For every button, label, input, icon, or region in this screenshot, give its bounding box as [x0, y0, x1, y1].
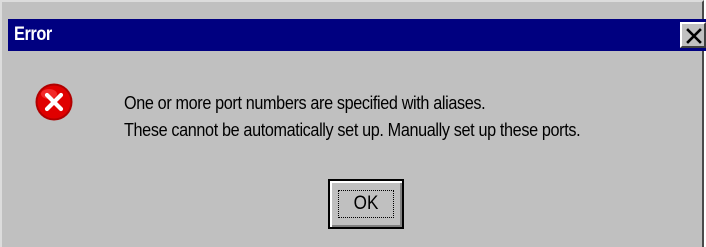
title-bar[interactable]: Error [8, 19, 706, 51]
close-button[interactable] [680, 22, 706, 48]
close-icon [686, 28, 702, 44]
dialog-title: Error [14, 24, 52, 45]
error-dialog: Error One or more port numbers are speci… [0, 0, 706, 247]
ok-button-label: OK [353, 193, 379, 214]
message-line: One or more port numbers are specified w… [124, 93, 486, 113]
error-icon [35, 83, 73, 121]
error-message: One or more port numbers are specified w… [124, 90, 581, 144]
message-line: These cannot be automatically set up. Ma… [124, 120, 581, 140]
ok-button[interactable]: OK [328, 179, 404, 229]
